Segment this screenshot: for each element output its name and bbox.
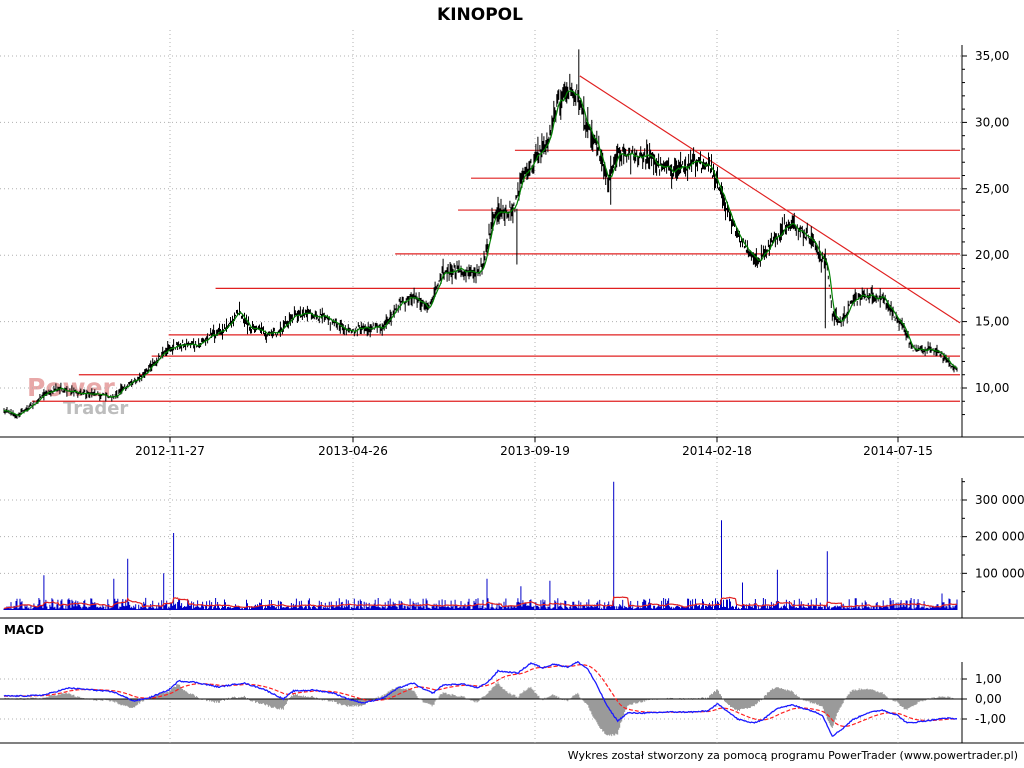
date-x-tick-label: 2012-11-27 [135, 444, 205, 458]
price-y-tick-label: 10,00 [975, 381, 1009, 395]
date-x-tick-label: 2013-09-19 [500, 444, 570, 458]
date-x-tick-label: 2014-02-18 [682, 444, 752, 458]
date-x-tick-label: 2013-04-26 [318, 444, 388, 458]
price-y-tick-label: 30,00 [975, 115, 1009, 129]
volume-y-tick-label: 200 000 [975, 530, 1024, 544]
macd-y-tick-label: 0,00 [975, 692, 1002, 706]
price-y-tick-label: 25,00 [975, 182, 1009, 196]
price-y-tick-label: 20,00 [975, 248, 1009, 262]
price-y-tick-label: 35,00 [975, 49, 1009, 63]
chart-canvas: KINOPOL Power Trader 10,0015,0020,0025,0… [0, 0, 1024, 768]
macd-y-tick-label: 1,00 [975, 672, 1002, 686]
macd-y-tick-label: -1,00 [975, 712, 1006, 726]
volume-y-tick-label: 300 000 [975, 493, 1024, 507]
macd-pane-title: MACD [4, 623, 44, 637]
chart-title: KINOPOL [437, 5, 523, 25]
date-x-tick-label: 2014-07-15 [863, 444, 933, 458]
volume-y-tick-label: 100 000 [975, 566, 1024, 580]
price-y-tick-label: 15,00 [975, 315, 1009, 329]
footer-credit: Wykres został stworzony za pomocą progra… [568, 749, 1018, 762]
